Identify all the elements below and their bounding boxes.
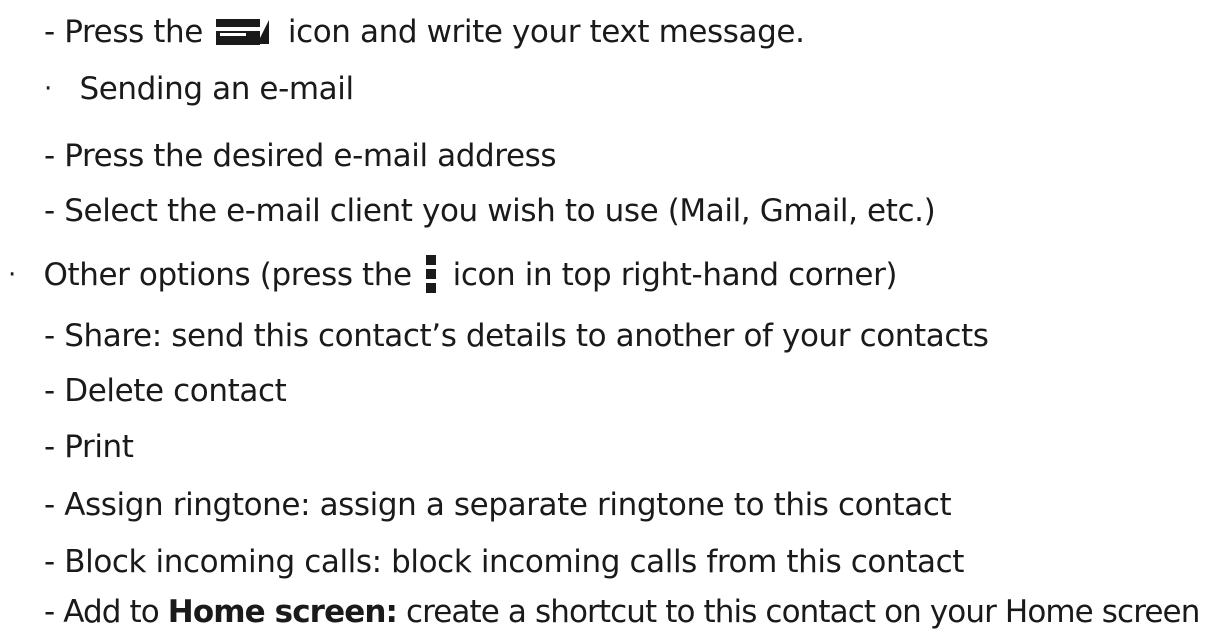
- dash-prefix: -: [44, 544, 65, 580]
- option-text: Share: send this contact’s details to an…: [64, 318, 989, 354]
- bullet-dot: ·: [44, 74, 52, 104]
- instruction-press-email-address: - Press the desired e-mail address: [44, 131, 557, 181]
- dash-prefix: -: [44, 487, 65, 523]
- subheading-text: Sending an e-mail: [70, 71, 354, 107]
- dash-prefix: -: [44, 373, 65, 409]
- instruction-text: icon and write your text message.: [278, 14, 805, 50]
- bullet-dot: ·: [8, 260, 16, 290]
- dash-prefix: -: [44, 138, 65, 174]
- overflow-menu-icon: [423, 255, 439, 295]
- option-share: - Share: send this contact’s details to …: [44, 311, 989, 361]
- heading-text: Other options (press the: [34, 257, 422, 293]
- option-text: Assign ringtone: assign a separate ringt…: [64, 487, 952, 523]
- option-text: Block incoming calls: block incoming cal…: [64, 544, 964, 580]
- option-add-to-home-screen: - Add to Home screen: create a shortcut …: [44, 587, 1200, 637]
- option-text: Add to: [63, 594, 168, 630]
- subheading-sending-email: · Sending an e-mail: [44, 64, 354, 114]
- instruction-select-email-client: - Select the e-mail client you wish to u…: [44, 186, 936, 236]
- instruction-text: Press the desired e-mail address: [64, 138, 557, 174]
- dash-prefix: -: [44, 594, 64, 630]
- dash-prefix: -: [44, 193, 65, 229]
- dash-prefix: -: [44, 429, 65, 465]
- option-print: - Print: [44, 422, 134, 472]
- manual-page: - Press the icon and write your text mes…: [0, 0, 1221, 637]
- dash-prefix: -: [44, 318, 65, 354]
- instruction-compose-text-message: - Press the icon and write your text mes…: [44, 7, 805, 57]
- option-block-incoming-calls: - Block incoming calls: block incoming c…: [44, 537, 964, 587]
- heading-text: icon in top right-hand corner): [443, 257, 898, 293]
- dash-prefix: -: [44, 14, 65, 50]
- home-screen-bold-label: Home screen:: [167, 594, 398, 630]
- option-delete-contact: - Delete contact: [44, 366, 287, 416]
- option-text: Print: [64, 429, 134, 465]
- compose-message-icon: [216, 15, 276, 47]
- option-text: create a shortcut to this contact on you…: [397, 594, 1200, 630]
- instruction-text: Select the e-mail client you wish to use…: [64, 193, 936, 229]
- heading-other-options: · Other options (press the icon in top r…: [8, 250, 898, 300]
- option-assign-ringtone: - Assign ringtone: assign a separate rin…: [44, 480, 952, 530]
- instruction-text: Press the: [64, 14, 213, 50]
- option-text: Delete contact: [64, 373, 287, 409]
